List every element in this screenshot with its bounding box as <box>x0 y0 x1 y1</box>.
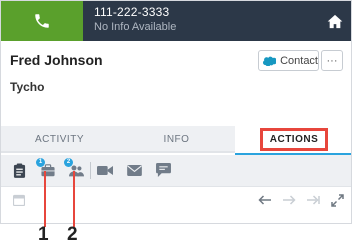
forward-button[interactable] <box>280 191 298 209</box>
annotation-label-1: 1 <box>38 224 49 245</box>
salesforce-cloud-icon <box>263 56 277 66</box>
home-icon <box>327 14 343 28</box>
more-options-button[interactable]: ··· <box>321 50 343 71</box>
phone-number: 111-222-3333 <box>94 5 170 19</box>
toolbar-divider <box>90 162 91 179</box>
header-bar: 111-222-3333 No Info Available <box>1 1 351 41</box>
contact-button[interactable]: Contact <box>258 50 319 71</box>
back-button[interactable] <box>256 191 274 209</box>
mail-icon <box>126 164 142 176</box>
calendar-button[interactable] <box>10 191 28 209</box>
arrow-end-icon <box>307 195 320 205</box>
case-action-button[interactable]: 1 <box>36 158 57 179</box>
phone-icon <box>35 14 49 28</box>
navigation-bar <box>1 186 351 213</box>
chat-button[interactable] <box>154 161 172 179</box>
next-button[interactable] <box>304 191 322 209</box>
email-button[interactable] <box>125 161 143 179</box>
chat-icon <box>155 163 171 177</box>
contact-company: Tycho <box>10 80 45 94</box>
video-button[interactable] <box>96 161 114 179</box>
arrow-left-icon <box>258 195 271 205</box>
actions-toolbar: 1 2 <box>1 155 351 186</box>
video-icon <box>97 165 113 175</box>
contact-button-label: Contact <box>280 54 318 67</box>
contact-name: Fred Johnson <box>10 52 103 68</box>
annotation-pointer-1 <box>44 171 46 227</box>
home-button[interactable] <box>325 11 345 31</box>
tab-bar: ACTIVITY INFO ACTIONS <box>1 126 351 155</box>
softphone-panel: 111-222-3333 No Info Available Fred John… <box>0 0 352 224</box>
phone-subtitle: No Info Available <box>94 21 177 33</box>
call-button[interactable] <box>1 1 83 41</box>
tab-actions[interactable]: ACTIONS <box>235 126 351 155</box>
tab-activity[interactable]: ACTIVITY <box>1 126 118 153</box>
arrow-right-icon <box>283 195 296 205</box>
annotation-pointer-2 <box>73 171 75 227</box>
contacts-action-button[interactable]: 2 <box>64 158 85 179</box>
expand-icon <box>330 193 344 207</box>
badge-1: 1 <box>36 158 45 167</box>
notes-button[interactable] <box>10 161 28 179</box>
tab-actions-label: ACTIONS <box>259 128 329 151</box>
annotation-label-2: 2 <box>67 224 78 245</box>
calendar-icon <box>13 194 25 206</box>
expand-button[interactable] <box>328 191 346 209</box>
clipboard-icon <box>13 163 25 178</box>
badge-2: 2 <box>64 158 73 167</box>
tab-info[interactable]: INFO <box>118 126 235 153</box>
